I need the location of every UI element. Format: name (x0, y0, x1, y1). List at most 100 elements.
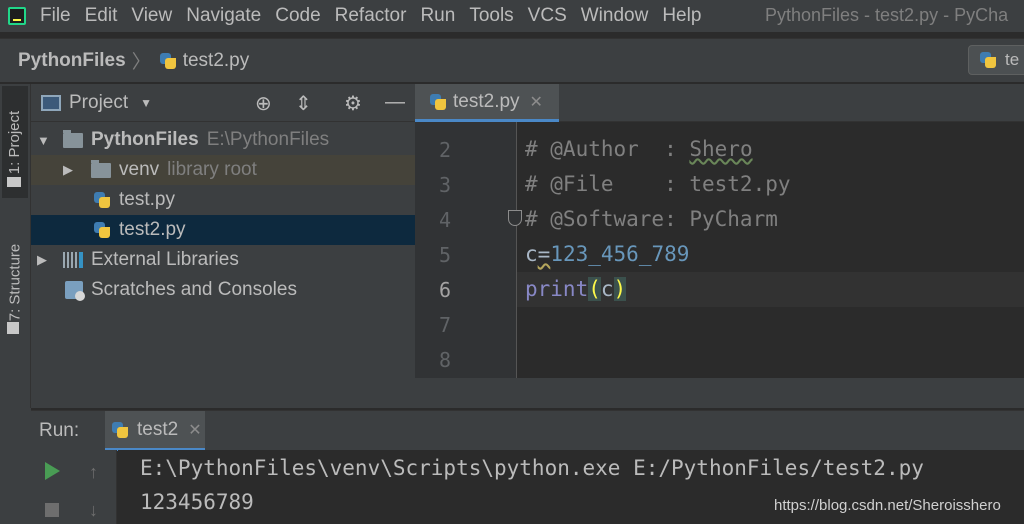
tree-item-label: venv (119, 159, 160, 180)
stop-icon[interactable] (45, 503, 59, 517)
close-icon[interactable]: ✕ (530, 92, 543, 112)
library-icon (63, 252, 83, 268)
console-line: 123456789 (140, 490, 254, 514)
gear-icon[interactable]: ⚙ (344, 91, 362, 116)
line-number: 8 (438, 348, 451, 372)
bottom-left-strip (0, 408, 31, 524)
code-line: # @Author : Shero (525, 137, 753, 161)
code-comment: # @Author : (525, 137, 690, 161)
menu-bar: File Edit View Navigate Code Refactor Ru… (0, 0, 1024, 32)
line-number: 5 (438, 243, 451, 267)
rerun-play-icon[interactable] (45, 462, 60, 480)
line-number: 7 (438, 313, 451, 337)
tree-item-path: E:\PythonFiles (206, 129, 330, 150)
code-operator: = (537, 242, 551, 266)
run-configuration-selector[interactable]: te (968, 45, 1024, 75)
menu-tools[interactable]: Tools (469, 5, 513, 27)
expand-arrow-icon[interactable]: ▶ (63, 162, 73, 178)
python-file-icon (159, 52, 177, 70)
menu-view[interactable]: View (131, 5, 172, 27)
scratches-icon (65, 281, 85, 301)
tree-item-external-libraries[interactable]: ▶ External Libraries (31, 245, 415, 275)
run-config-label: te (1005, 50, 1020, 69)
tree-item-label: External Libraries (91, 249, 239, 270)
console-line: E:\PythonFiles\venv\Scripts\python.exe E… (140, 456, 924, 480)
menu-run[interactable]: Run (420, 5, 455, 27)
python-icon (979, 51, 997, 69)
chevron-right-icon: 〉 (131, 52, 151, 73)
run-panel-label: Run: (39, 419, 80, 441)
collapse-all-icon[interactable]: ⇕ (295, 91, 312, 116)
python-icon (111, 421, 129, 439)
project-panel-title[interactable]: Project (69, 92, 128, 114)
code-line: # @Software: PyCharm (525, 207, 778, 231)
code-line-current: print(c) (525, 277, 627, 301)
project-panel: Project ▼ ⊕ ⇕ ⚙ — ▼ PythonFiles E:\Pytho… (31, 84, 415, 408)
tab-structure-label: 7: Structure (6, 243, 24, 321)
run-panel-header: Run: test2 ✕ (31, 410, 1024, 451)
menu-help[interactable]: Help (662, 5, 701, 27)
line-number: 4 (438, 208, 451, 232)
pycharm-logo-icon (8, 7, 26, 25)
structure-icon (7, 322, 19, 334)
tree-item-label: Scratches and Consoles (91, 279, 297, 300)
project-panel-header: Project ▼ ⊕ ⇕ ⚙ — (31, 84, 415, 122)
menu-vcs[interactable]: VCS (528, 5, 567, 27)
python-file-icon (93, 191, 111, 209)
code-number: 123_456_789 (550, 242, 690, 266)
arrow-up-icon[interactable]: ↑ (89, 462, 98, 483)
expand-arrow-icon[interactable]: ▼ (37, 133, 50, 148)
left-tool-strip: 1: Project 7: Structure (0, 84, 31, 408)
tab-project-label: 1: Project (6, 110, 24, 174)
run-toolbar: ↑ ↓ (31, 450, 117, 524)
tab-label: test2.py (453, 90, 520, 112)
expand-arrow-icon[interactable]: ▶ (37, 252, 47, 268)
menu-window[interactable]: Window (581, 5, 649, 27)
fold-marker-icon[interactable] (508, 210, 522, 226)
code-line: # @File : test2.py (525, 172, 791, 196)
tree-item-label: test2.py (119, 219, 186, 240)
project-icon (41, 94, 61, 111)
folder-icon (63, 129, 83, 148)
tree-item-test-py[interactable]: test.py (31, 185, 415, 215)
minimize-icon[interactable]: — (385, 91, 405, 114)
close-icon[interactable]: ✕ (188, 420, 201, 440)
run-tab-label: test2 (137, 418, 179, 440)
tab-test2-py[interactable]: test2.py ✕ (415, 84, 559, 122)
code-author-name: Shero (689, 137, 753, 161)
folder-icon (7, 177, 21, 187)
tree-item-label: PythonFiles (91, 129, 199, 150)
python-file-icon (93, 221, 111, 239)
breadcrumb-root[interactable]: PythonFiles (18, 50, 126, 72)
tree-item-scratches[interactable]: Scratches and Consoles (31, 275, 415, 305)
folder-icon (91, 159, 111, 178)
python-file-icon (429, 93, 447, 111)
menu-file[interactable]: File (40, 5, 71, 27)
editor-empty-area (415, 378, 1024, 408)
menu-edit[interactable]: Edit (85, 5, 118, 27)
breadcrumb-file[interactable]: test2.py (183, 50, 250, 72)
menu-code[interactable]: Code (275, 5, 320, 27)
line-number-current: 6 (438, 278, 451, 302)
tree-item-label: test.py (119, 189, 175, 210)
code-line: c=123_456_789 (525, 242, 689, 266)
menu-refactor[interactable]: Refactor (335, 5, 407, 27)
tree-item-project-root[interactable]: ▼ PythonFiles E:\PythonFiles (31, 125, 415, 155)
chevron-down-icon[interactable]: ▼ (140, 96, 152, 110)
code-paren-open: ( (588, 277, 601, 301)
watermark-text: https://blog.csdn.net/Sheroisshero (774, 497, 1001, 514)
code-paren-close: ) (613, 277, 627, 301)
navigation-bar: PythonFiles 〉 test2.py te (0, 38, 1024, 82)
line-number: 3 (438, 173, 451, 197)
code-variable: c (525, 242, 538, 266)
tree-item-test2-py[interactable]: test2.py (31, 215, 415, 245)
run-tab-test2[interactable]: test2 ✕ (105, 411, 205, 451)
tree-item-venv[interactable]: ▶ venv library root (31, 155, 415, 185)
code-builtin: print (525, 277, 589, 301)
tree-item-note: library root (167, 159, 257, 180)
arrow-down-icon[interactable]: ↓ (89, 500, 98, 521)
code-argument: c (600, 277, 614, 301)
window-title: PythonFiles - test2.py - PyCha (765, 5, 1009, 25)
menu-navigate[interactable]: Navigate (186, 5, 261, 27)
locate-target-icon[interactable]: ⊕ (255, 91, 272, 116)
